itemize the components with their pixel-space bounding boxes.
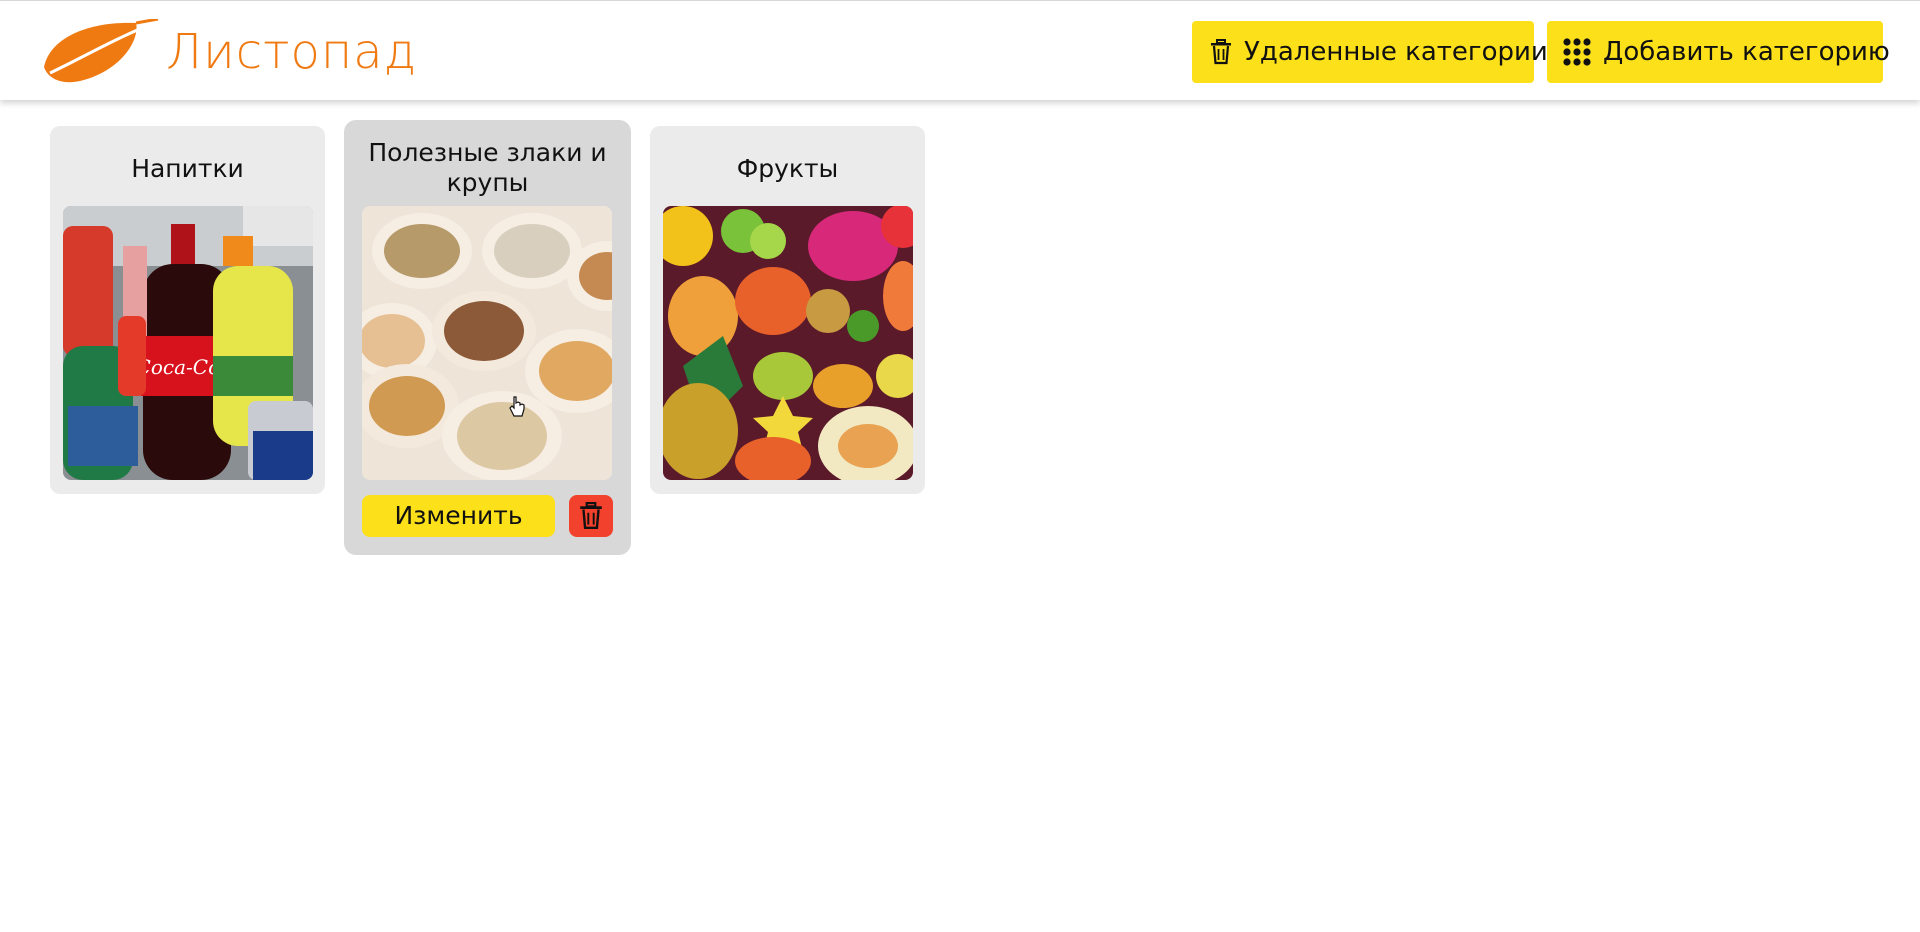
fruits-image (663, 206, 913, 480)
category-title: Полезные злаки и крупы (368, 138, 607, 197)
grains-image (362, 206, 612, 480)
drinks-image: Coca-Cola (63, 206, 313, 480)
category-card-drinks[interactable]: Напитки Coca-Cola (50, 126, 325, 494)
grid-dots-icon (1563, 38, 1591, 66)
category-card-grains[interactable]: Полезные злаки и крупы Изменить (344, 120, 631, 555)
deleted-categories-label: Удаленные категории (1244, 37, 1548, 67)
leaf-logo-icon (44, 19, 159, 83)
top-header: Листопад Удаленные категории Добавить ка… (0, 0, 1920, 100)
category-title: Напитки (131, 154, 244, 183)
deleted-categories-button[interactable]: Удаленные категории (1192, 21, 1548, 83)
logo[interactable]: Листопад (40, 19, 417, 85)
hand-cursor-icon (509, 396, 525, 417)
add-category-label: Добавить категорию (1603, 37, 1890, 67)
category-card-fruits[interactable]: Фрукты (650, 126, 925, 494)
trash-icon (580, 502, 602, 530)
logo-text: Листопад (166, 24, 418, 80)
add-category-button[interactable]: Добавить категорию (1547, 21, 1890, 83)
edit-button[interactable]: Изменить (362, 495, 555, 537)
delete-button[interactable] (569, 495, 613, 537)
category-title: Фрукты (736, 154, 839, 183)
trash-icon (1210, 39, 1232, 65)
